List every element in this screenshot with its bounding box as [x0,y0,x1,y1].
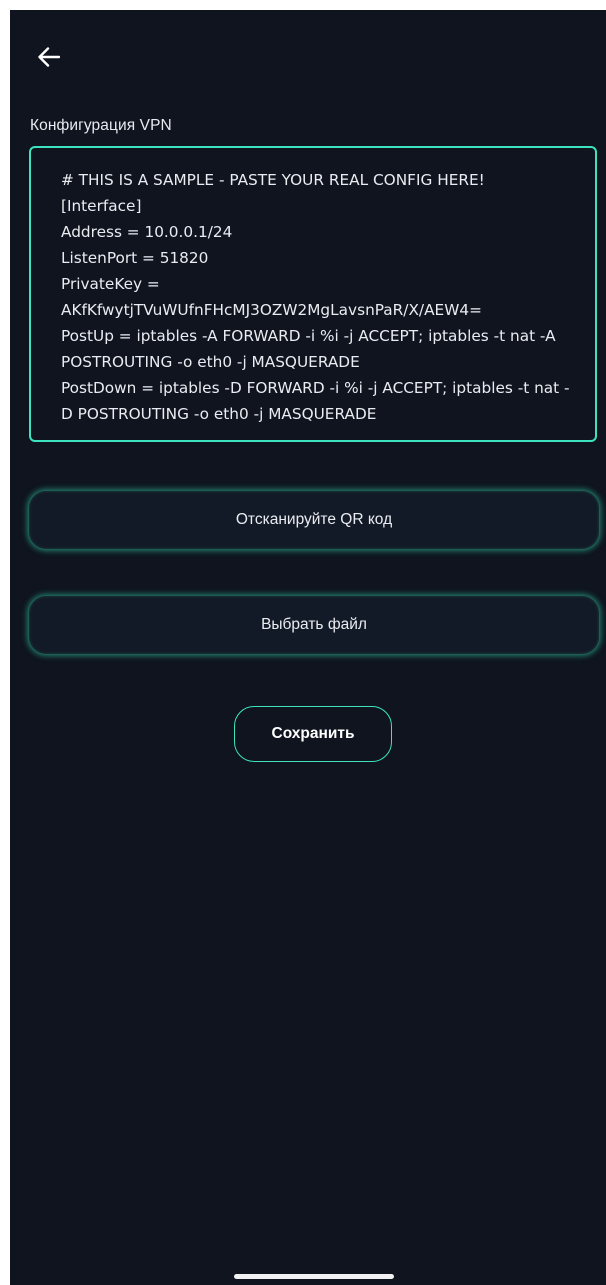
home-indicator[interactable] [234,1274,394,1279]
config-field[interactable]: # THIS IS A SAMPLE - PASTE YOUR REAL CON… [29,146,597,444]
config-label: Конфигурация VPN [30,117,172,134]
save-label: Сохранить [271,725,355,742]
config-textarea[interactable]: # THIS IS A SAMPLE - PASTE YOUR REAL CON… [59,165,579,444]
vpn-config-screen: Конфигурация VPN # THIS IS A SAMPLE - PA… [10,10,606,1285]
choose-file-label: Выбрать файл [261,616,367,633]
save-button[interactable]: Сохранить [234,706,392,762]
scan-qr-button[interactable]: Отсканируйте QR код [28,490,600,550]
back-button[interactable] [32,40,66,74]
arrow-left-icon [38,47,60,67]
choose-file-button[interactable]: Выбрать файл [28,595,600,655]
scan-qr-label: Отсканируйте QR код [235,511,393,528]
